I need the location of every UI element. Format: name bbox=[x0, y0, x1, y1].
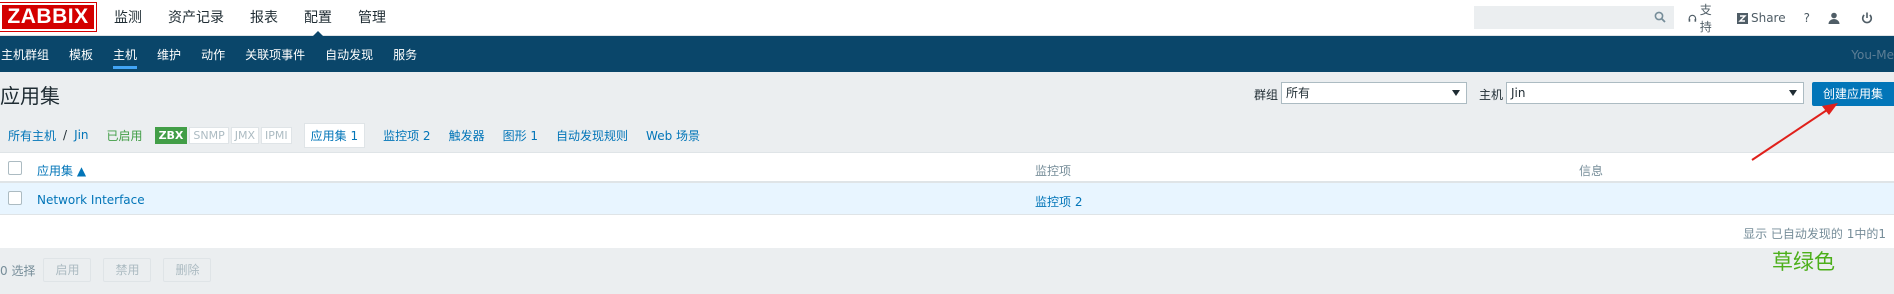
chevron-down-icon bbox=[1789, 90, 1797, 96]
support-link[interactable]: 支持 bbox=[1688, 1, 1719, 35]
application-items-link[interactable]: 监控项 2 bbox=[1035, 193, 1082, 210]
availability-tag-zbx: ZBX bbox=[154, 126, 188, 144]
help-link[interactable]: ? bbox=[1804, 11, 1810, 25]
availability-tag-snmp: SNMP bbox=[189, 126, 229, 144]
create-application-button[interactable]: 创建应用集 bbox=[1812, 82, 1894, 106]
column-header-items: 监控项 bbox=[1035, 164, 1072, 178]
group-select[interactable]: 所有 bbox=[1281, 82, 1467, 104]
top-navigation-bar: ZABBIX 监测 资产记录 报表 配置 管理 支持 Share ? bbox=[0, 0, 1894, 37]
headset-icon bbox=[1688, 14, 1697, 22]
tab-triggers[interactable]: 触发器 bbox=[449, 127, 485, 144]
support-label: 支持 bbox=[1699, 3, 1712, 34]
row-checkbox[interactable] bbox=[8, 191, 22, 205]
host-status-enabled[interactable]: 已启用 bbox=[107, 127, 143, 144]
host-navigation-bar: 所有主机 / Jin 已启用 ZBX SNMP JMX IPMI 应用集 1 监… bbox=[0, 122, 718, 148]
submenu-host-groups[interactable]: 主机群组 bbox=[1, 36, 49, 72]
availability-tag-jmx: JMX bbox=[230, 126, 260, 144]
zabbix-logo[interactable]: ZABBIX bbox=[0, 2, 97, 32]
menu-item-administration[interactable]: 管理 bbox=[358, 0, 386, 36]
availability-tag-ipmi: IPMI bbox=[261, 126, 292, 144]
submenu-templates[interactable]: 模板 bbox=[69, 36, 93, 72]
user-icon bbox=[1828, 12, 1840, 24]
breadcrumb-all-hosts[interactable]: 所有主机 bbox=[8, 127, 56, 144]
submenu-maintenance[interactable]: 维护 bbox=[157, 36, 181, 72]
tab-discovery-rules[interactable]: 自动发现规则 bbox=[556, 127, 628, 144]
applications-table: 应用集 ▲ 监控项 信息 Network Interface 监控项 2 显示 … bbox=[0, 152, 1894, 248]
column-header-info: 信息 bbox=[1579, 164, 1604, 178]
table-footer-count: 显示 已自动发现的 1中的1 bbox=[1743, 227, 1886, 241]
menu-item-configuration[interactable]: 配置 bbox=[304, 0, 332, 37]
submenu-discovery[interactable]: 自动发现 bbox=[325, 36, 373, 72]
enable-button[interactable]: 启用 bbox=[43, 258, 92, 282]
main-menu: 监测 资产记录 报表 配置 管理 bbox=[114, 0, 412, 37]
selected-count: 0 选择 bbox=[0, 263, 36, 278]
help-icon: ? bbox=[1803, 11, 1810, 25]
sub-menu: 主机群组 模板 主机 维护 动作 关联项事件 自动发现 服务 bbox=[0, 36, 437, 72]
group-filter-label: 群组 bbox=[1254, 88, 1279, 102]
share-label: Share bbox=[1750, 11, 1786, 25]
tab-graphs[interactable]: 图形 1 bbox=[503, 127, 538, 144]
tab-items[interactable]: 监控项 2 bbox=[383, 127, 430, 144]
logout-link[interactable] bbox=[1861, 12, 1876, 24]
submenu-actions[interactable]: 动作 bbox=[201, 36, 225, 72]
top-icons: 支持 Share ? bbox=[1688, 0, 1894, 36]
menu-item-monitoring[interactable]: 监测 bbox=[114, 0, 142, 36]
share-link[interactable]: Share bbox=[1736, 11, 1786, 25]
breadcrumb-separator: / bbox=[63, 128, 68, 142]
breadcrumb-host[interactable]: Jin bbox=[74, 128, 88, 142]
submenu-hosts[interactable]: 主机 bbox=[113, 36, 138, 72]
page-title: 应用集 bbox=[0, 84, 60, 108]
menu-item-inventory[interactable]: 资产记录 bbox=[168, 0, 224, 36]
search-input[interactable] bbox=[1474, 6, 1674, 29]
select-all-checkbox[interactable] bbox=[8, 161, 22, 175]
delete-button[interactable]: 删除 bbox=[163, 258, 212, 282]
host-filter-label: 主机 bbox=[1479, 88, 1504, 102]
tab-web-scenarios[interactable]: Web 场景 bbox=[646, 127, 700, 144]
sub-navigation-bar: 主机群组 模板 主机 维护 动作 关联项事件 自动发现 服务 You-Me bbox=[0, 36, 1894, 72]
power-icon bbox=[1861, 12, 1873, 24]
submenu-event-correlation[interactable]: 关联项事件 bbox=[245, 36, 305, 72]
table-row: Network Interface 监控项 2 bbox=[0, 183, 1894, 215]
annotation-text: 草绿色 bbox=[1772, 250, 1835, 274]
column-header-application[interactable]: 应用集 ▲ bbox=[37, 162, 86, 179]
application-name-link[interactable]: Network Interface bbox=[37, 193, 145, 207]
disable-button[interactable]: 禁用 bbox=[103, 258, 152, 282]
menu-item-reports[interactable]: 报表 bbox=[250, 0, 278, 36]
chevron-down-icon bbox=[1452, 90, 1460, 96]
host-select[interactable]: Jin bbox=[1506, 82, 1804, 104]
tab-applications[interactable]: 应用集 1 bbox=[303, 122, 366, 148]
share-z-icon bbox=[1736, 12, 1748, 24]
group-select-value: 所有 bbox=[1286, 86, 1311, 100]
server-name-label: You-Me bbox=[1851, 48, 1894, 62]
host-select-value: Jin bbox=[1511, 86, 1526, 100]
user-profile-link[interactable] bbox=[1828, 12, 1843, 24]
table-header: 应用集 ▲ 监控项 信息 bbox=[0, 153, 1894, 183]
page-header: 应用集 群组 所有 主机 Jin 创建应用集 bbox=[0, 72, 1894, 120]
mass-action-bar: 0 选择 启用 禁用 删除 bbox=[0, 258, 223, 282]
submenu-services[interactable]: 服务 bbox=[393, 36, 417, 72]
search-icon[interactable] bbox=[1654, 11, 1666, 23]
